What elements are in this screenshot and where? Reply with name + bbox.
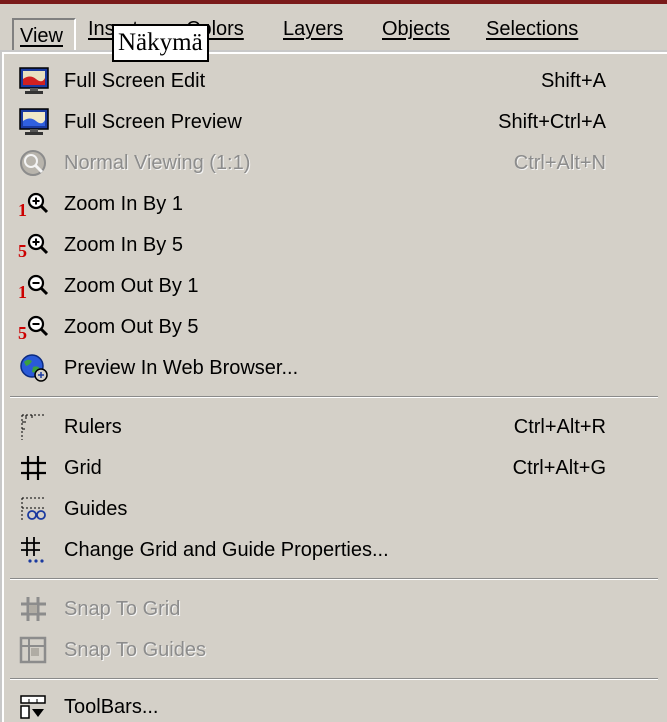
zoom-out-1-icon: 1 (18, 274, 49, 301)
shortcut-label: Shift+Ctrl+A (498, 111, 606, 133)
shortcut-label: Ctrl+Alt+G (512, 457, 606, 479)
shortcut-label: Shift+A (540, 70, 606, 92)
menu-layers[interactable]: Layers (283, 14, 343, 44)
svg-text:5: 5 (18, 323, 27, 342)
shortcut-label: Ctrl+Alt+R (513, 416, 606, 438)
menu-item-label: Zoom In By 5 (64, 234, 183, 256)
menu-item-rulers[interactable]: Rulers Ctrl+Alt+R (4, 408, 644, 446)
zoom-out-5-icon: 5 (18, 315, 49, 342)
menu-item-label: Full Screen Edit (64, 70, 206, 92)
normal-viewing-icon (20, 150, 46, 176)
svg-text:5: 5 (18, 241, 27, 260)
menu-bar: View Insert Colors Layers Objects Select… (0, 4, 667, 50)
monitor-icon (19, 108, 49, 135)
menu-item-toolbars[interactable]: ToolBars... (4, 688, 644, 722)
menu-separator (10, 678, 658, 680)
menu-item-snap-to-guides[interactable]: Snap To Guides (4, 631, 644, 669)
menu-item-label: Grid (64, 457, 102, 479)
menu-item-full-screen-preview[interactable]: Full Screen Preview Shift+Ctrl+A (4, 103, 644, 141)
menu-item-zoom-out-1[interactable]: 1 Zoom Out By 1 (4, 267, 644, 305)
menu-item-guides[interactable]: Guides (4, 490, 644, 528)
menu-separator (10, 578, 658, 580)
application-window: View Insert Colors Layers Objects Select… (0, 0, 667, 722)
svg-text:1: 1 (18, 200, 27, 219)
menu-selections[interactable]: Selections (486, 14, 578, 44)
guides-icon (21, 497, 46, 520)
globe-icon (20, 354, 48, 382)
snap-guides-icon (19, 636, 47, 664)
menu-item-zoom-in-1[interactable]: 1 Zoom In By 1 (4, 185, 644, 223)
menu-item-grid[interactable]: Grid Ctrl+Alt+G (4, 449, 644, 487)
menu-item-preview-web-browser[interactable]: Preview In Web Browser... (4, 349, 644, 387)
rulers-icon (21, 414, 46, 440)
menu-item-label: Change Grid and Guide Properties... (64, 539, 389, 561)
menu-item-label: Rulers (64, 416, 122, 438)
menu-item-grid-guide-properties[interactable]: Change Grid and Guide Properties... (4, 531, 644, 569)
view-dropdown-menu: Full Screen Edit Shift+A Full Screen Pre… (2, 52, 667, 722)
snap-grid-icon (21, 597, 46, 621)
menu-item-label: Zoom In By 1 (64, 193, 183, 215)
shortcut-label: Ctrl+Alt+N (513, 152, 606, 174)
menu-item-label: Normal Viewing (1:1) (64, 152, 251, 174)
menu-item-zoom-out-5[interactable]: 5 Zoom Out By 5 (4, 308, 644, 346)
zoom-in-1-icon: 1 (18, 192, 49, 219)
menu-item-label: Zoom Out By 1 (64, 275, 199, 297)
menu-item-label: Snap To Grid (64, 598, 181, 620)
menu-item-label: Preview In Web Browser... (64, 357, 299, 379)
menu-item-label: ToolBars... (64, 696, 159, 718)
menu-view[interactable]: View (12, 18, 76, 50)
grid-properties-icon (21, 537, 44, 563)
toolbars-icon (20, 695, 46, 719)
menu-objects[interactable]: Objects (382, 14, 450, 44)
menu-item-label: Full Screen Preview (64, 111, 242, 133)
menu-item-label: Guides (64, 498, 128, 520)
menu-item-label: Snap To Guides (64, 639, 206, 661)
svg-text:1: 1 (18, 282, 27, 301)
menu-item-full-screen-edit[interactable]: Full Screen Edit Shift+A (4, 62, 644, 100)
grid-icon (21, 456, 46, 480)
menu-item-zoom-in-5[interactable]: 5 Zoom In By 5 (4, 226, 644, 264)
menu-separator (10, 396, 658, 398)
menu-item-snap-to-grid[interactable]: Snap To Grid (4, 590, 644, 628)
menu-item-normal-viewing[interactable]: Normal Viewing (1:1) Ctrl+Alt+N (4, 144, 644, 182)
translation-label: Näkymä (112, 24, 209, 62)
menu-item-label: Zoom Out By 5 (64, 316, 199, 338)
zoom-in-5-icon: 5 (18, 233, 49, 260)
monitor-icon (19, 67, 49, 94)
